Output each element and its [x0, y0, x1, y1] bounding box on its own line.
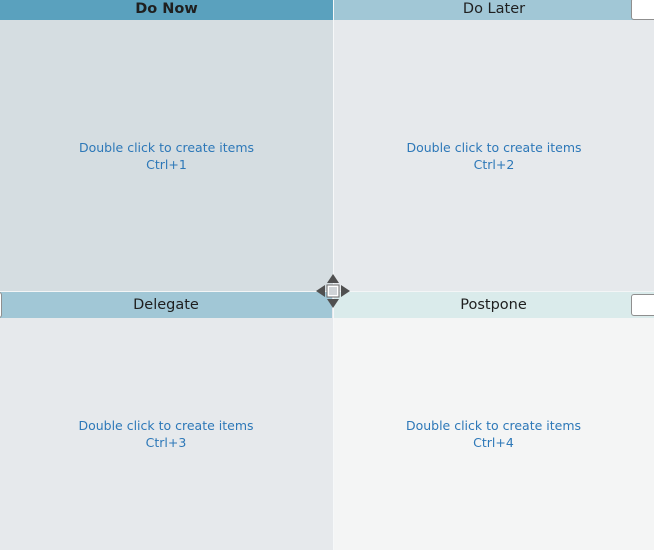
quadrant-body-postpone[interactable]: Double click to create items Ctrl+4 [333, 318, 654, 550]
create-hint: Double click to create items Ctrl+1 [79, 139, 254, 173]
quadrant-body-delegate[interactable]: Double click to create items Ctrl+3 [0, 318, 332, 550]
create-hint: Double click to create items Ctrl+3 [78, 417, 253, 451]
quadrant-body-do-later[interactable]: Double click to create items Ctrl+2 [334, 20, 654, 291]
panel-toggle-tab[interactable] [631, 294, 654, 316]
quadrant-header-delegate[interactable]: Delegate [0, 292, 332, 318]
panel-toggle-tab[interactable] [0, 292, 2, 318]
create-hint-text: Double click to create items [78, 139, 255, 155]
create-hint: Double click to create items Ctrl+4 [406, 417, 581, 451]
create-hint-shortcut: Ctrl+2 [473, 156, 515, 172]
create-hint-text: Double click to create items [405, 418, 582, 433]
create-hint-shortcut: Ctrl+4 [473, 435, 514, 450]
quadrant-postpone[interactable]: Postpone Double click to create items Ct… [333, 292, 654, 550]
quadrant-delegate[interactable]: Delegate Double click to create items Ct… [0, 292, 332, 550]
quadrant-header-do-now[interactable]: Do Now [0, 0, 333, 20]
quadrant-do-now[interactable]: Do Now Double click to create items Ctrl… [0, 0, 333, 291]
quadrant-do-later[interactable]: Do Later Double click to create items Ct… [334, 0, 654, 291]
create-hint-shortcut: Ctrl+3 [145, 435, 187, 450]
quadrant-header-postpone[interactable]: Postpone [333, 292, 654, 318]
create-hint-text: Double click to create items [78, 418, 254, 433]
quadrant-body-do-now[interactable]: Double click to create items Ctrl+1 [0, 20, 333, 291]
create-hint-text: Double click to create items [406, 139, 582, 155]
create-hint: Double click to create items Ctrl+2 [406, 139, 581, 173]
move-arrows-icon[interactable] [315, 272, 351, 310]
quadrant-header-do-later[interactable]: Do Later [334, 0, 654, 20]
create-hint-shortcut: Ctrl+1 [146, 156, 187, 172]
panel-toggle-tab[interactable] [631, 0, 654, 20]
